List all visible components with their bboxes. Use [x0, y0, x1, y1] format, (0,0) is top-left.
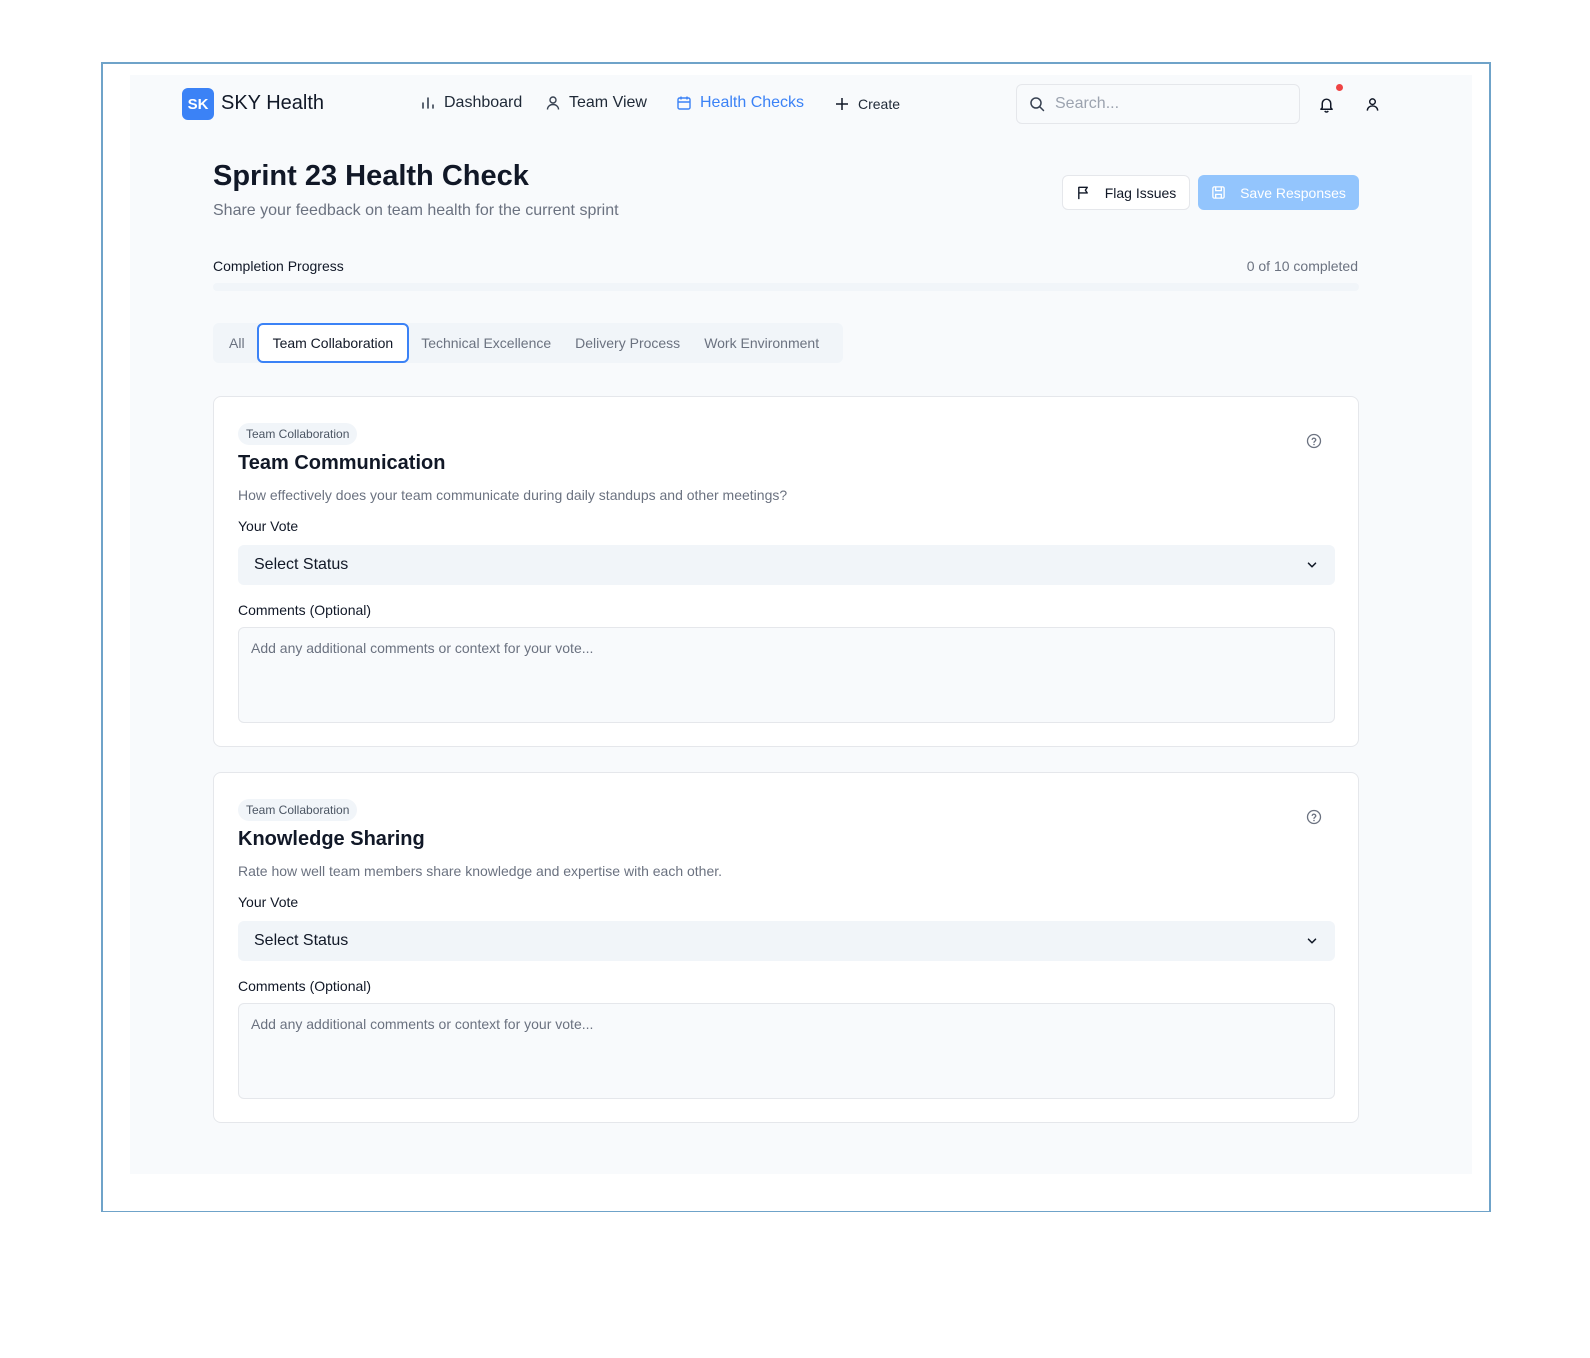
nav-create-label: Create	[858, 96, 901, 112]
page-title: Sprint 23 Health Check	[213, 160, 529, 192]
progress-bar	[213, 283, 1359, 291]
tab-delivery-process[interactable]: Delivery Process	[563, 323, 692, 363]
app-logo[interactable]: SK	[182, 88, 214, 120]
help-circle-icon[interactable]	[1306, 433, 1322, 449]
save-icon	[1212, 186, 1225, 199]
user-icon	[1366, 97, 1378, 111]
vote-select-value: Select Status	[254, 932, 349, 949]
question-card: Team Collaboration Knowledge Sharing Rat…	[213, 772, 1359, 1123]
flag-issues-label: Flag Issues	[1104, 184, 1177, 201]
search-box[interactable]	[1016, 84, 1300, 124]
vote-select[interactable]: Select Status	[238, 545, 1335, 585]
notifications-button[interactable]	[1316, 94, 1336, 114]
nav-team-view-label: Team View	[569, 94, 647, 111]
question-title: Knowledge Sharing	[238, 828, 425, 850]
nav-create[interactable]: Create	[834, 96, 900, 112]
vote-select-value: Select Status	[254, 556, 349, 573]
chevron-down-icon	[1307, 562, 1317, 568]
category-tabs: All Team Collaboration Technical Excelle…	[213, 323, 844, 363]
nav-team-view[interactable]: Team View	[545, 94, 647, 112]
comments-field[interactable]	[238, 627, 1335, 723]
save-responses-button[interactable]: Save Responses	[1198, 175, 1359, 210]
progress-label: Completion Progress	[213, 258, 344, 274]
comments-label: Comments (Optional)	[238, 978, 372, 994]
category-badge: Team Collaboration	[238, 423, 358, 445]
nav-health-checks-label: Health Checks	[700, 94, 805, 111]
comments-field[interactable]	[238, 1003, 1335, 1099]
page-subtitle: Share your feedback on team health for t…	[213, 202, 619, 219]
flag-icon	[1077, 186, 1088, 200]
tab-all[interactable]: All	[217, 323, 257, 363]
vote-label: Your Vote	[238, 894, 299, 910]
save-responses-label: Save Responses	[1240, 184, 1346, 201]
question-description: Rate how well team members share knowled…	[238, 863, 723, 879]
vote-label: Your Vote	[238, 518, 299, 534]
vote-select[interactable]: Select Status	[238, 921, 1335, 961]
flag-issues-button[interactable]: Flag Issues	[1062, 175, 1190, 210]
help-circle-icon[interactable]	[1306, 809, 1322, 825]
chevron-down-icon	[1307, 938, 1317, 944]
search-icon	[1030, 97, 1045, 112]
tab-technical-excellence[interactable]: Technical Excellence	[409, 323, 563, 363]
question-description: How effectively does your team communica…	[238, 487, 788, 503]
notification-dot	[1336, 84, 1343, 91]
profile-button[interactable]	[1362, 94, 1382, 114]
progress-count: 0 of 10 completed	[1246, 258, 1358, 274]
nav-dashboard-label: Dashboard	[444, 94, 523, 111]
question-title: Team Communication	[238, 452, 446, 474]
app-name[interactable]: SKY Health	[221, 92, 324, 115]
category-badge: Team Collaboration	[238, 799, 358, 821]
user-icon	[546, 96, 560, 110]
tab-team-collaboration[interactable]: Team Collaboration	[256, 323, 410, 363]
search-input[interactable]	[1055, 95, 1285, 113]
bar-chart-icon	[422, 97, 434, 109]
bell-icon	[1319, 97, 1333, 113]
nav-dashboard[interactable]: Dashboard	[420, 94, 522, 112]
comments-label: Comments (Optional)	[238, 602, 372, 618]
nav-health-checks[interactable]: Health Checks	[676, 94, 804, 112]
plus-icon	[836, 98, 848, 110]
calendar-icon	[677, 96, 691, 110]
question-card: Team Collaboration Team Communication Ho…	[213, 396, 1359, 747]
tab-work-environment[interactable]: Work Environment	[692, 323, 831, 363]
